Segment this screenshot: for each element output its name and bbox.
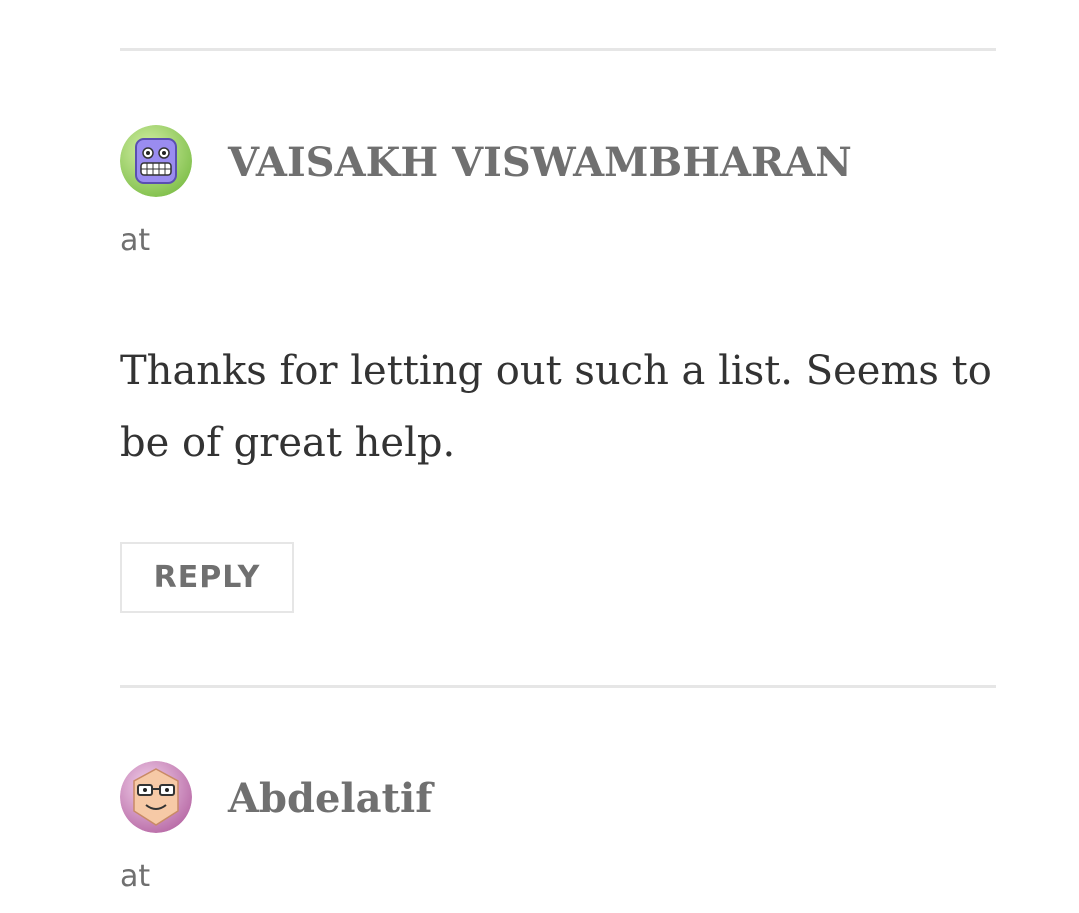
comment-author[interactable]: VAISAKH VISWAMBHARAN — [228, 143, 852, 183]
grinning-robot-avatar-icon — [120, 125, 192, 197]
reply-button[interactable]: REPLY — [120, 542, 294, 613]
glasses-face-avatar-icon — [120, 761, 192, 833]
comment-divider — [120, 685, 996, 688]
comment-body: Thanks for letting out such a list. Seem… — [120, 348, 992, 466]
comment-divider-top — [120, 48, 996, 51]
comment-meta[interactable]: at — [120, 862, 150, 892]
comment-author[interactable]: Abdelatif — [228, 779, 432, 819]
comment-meta[interactable]: at — [120, 226, 150, 256]
